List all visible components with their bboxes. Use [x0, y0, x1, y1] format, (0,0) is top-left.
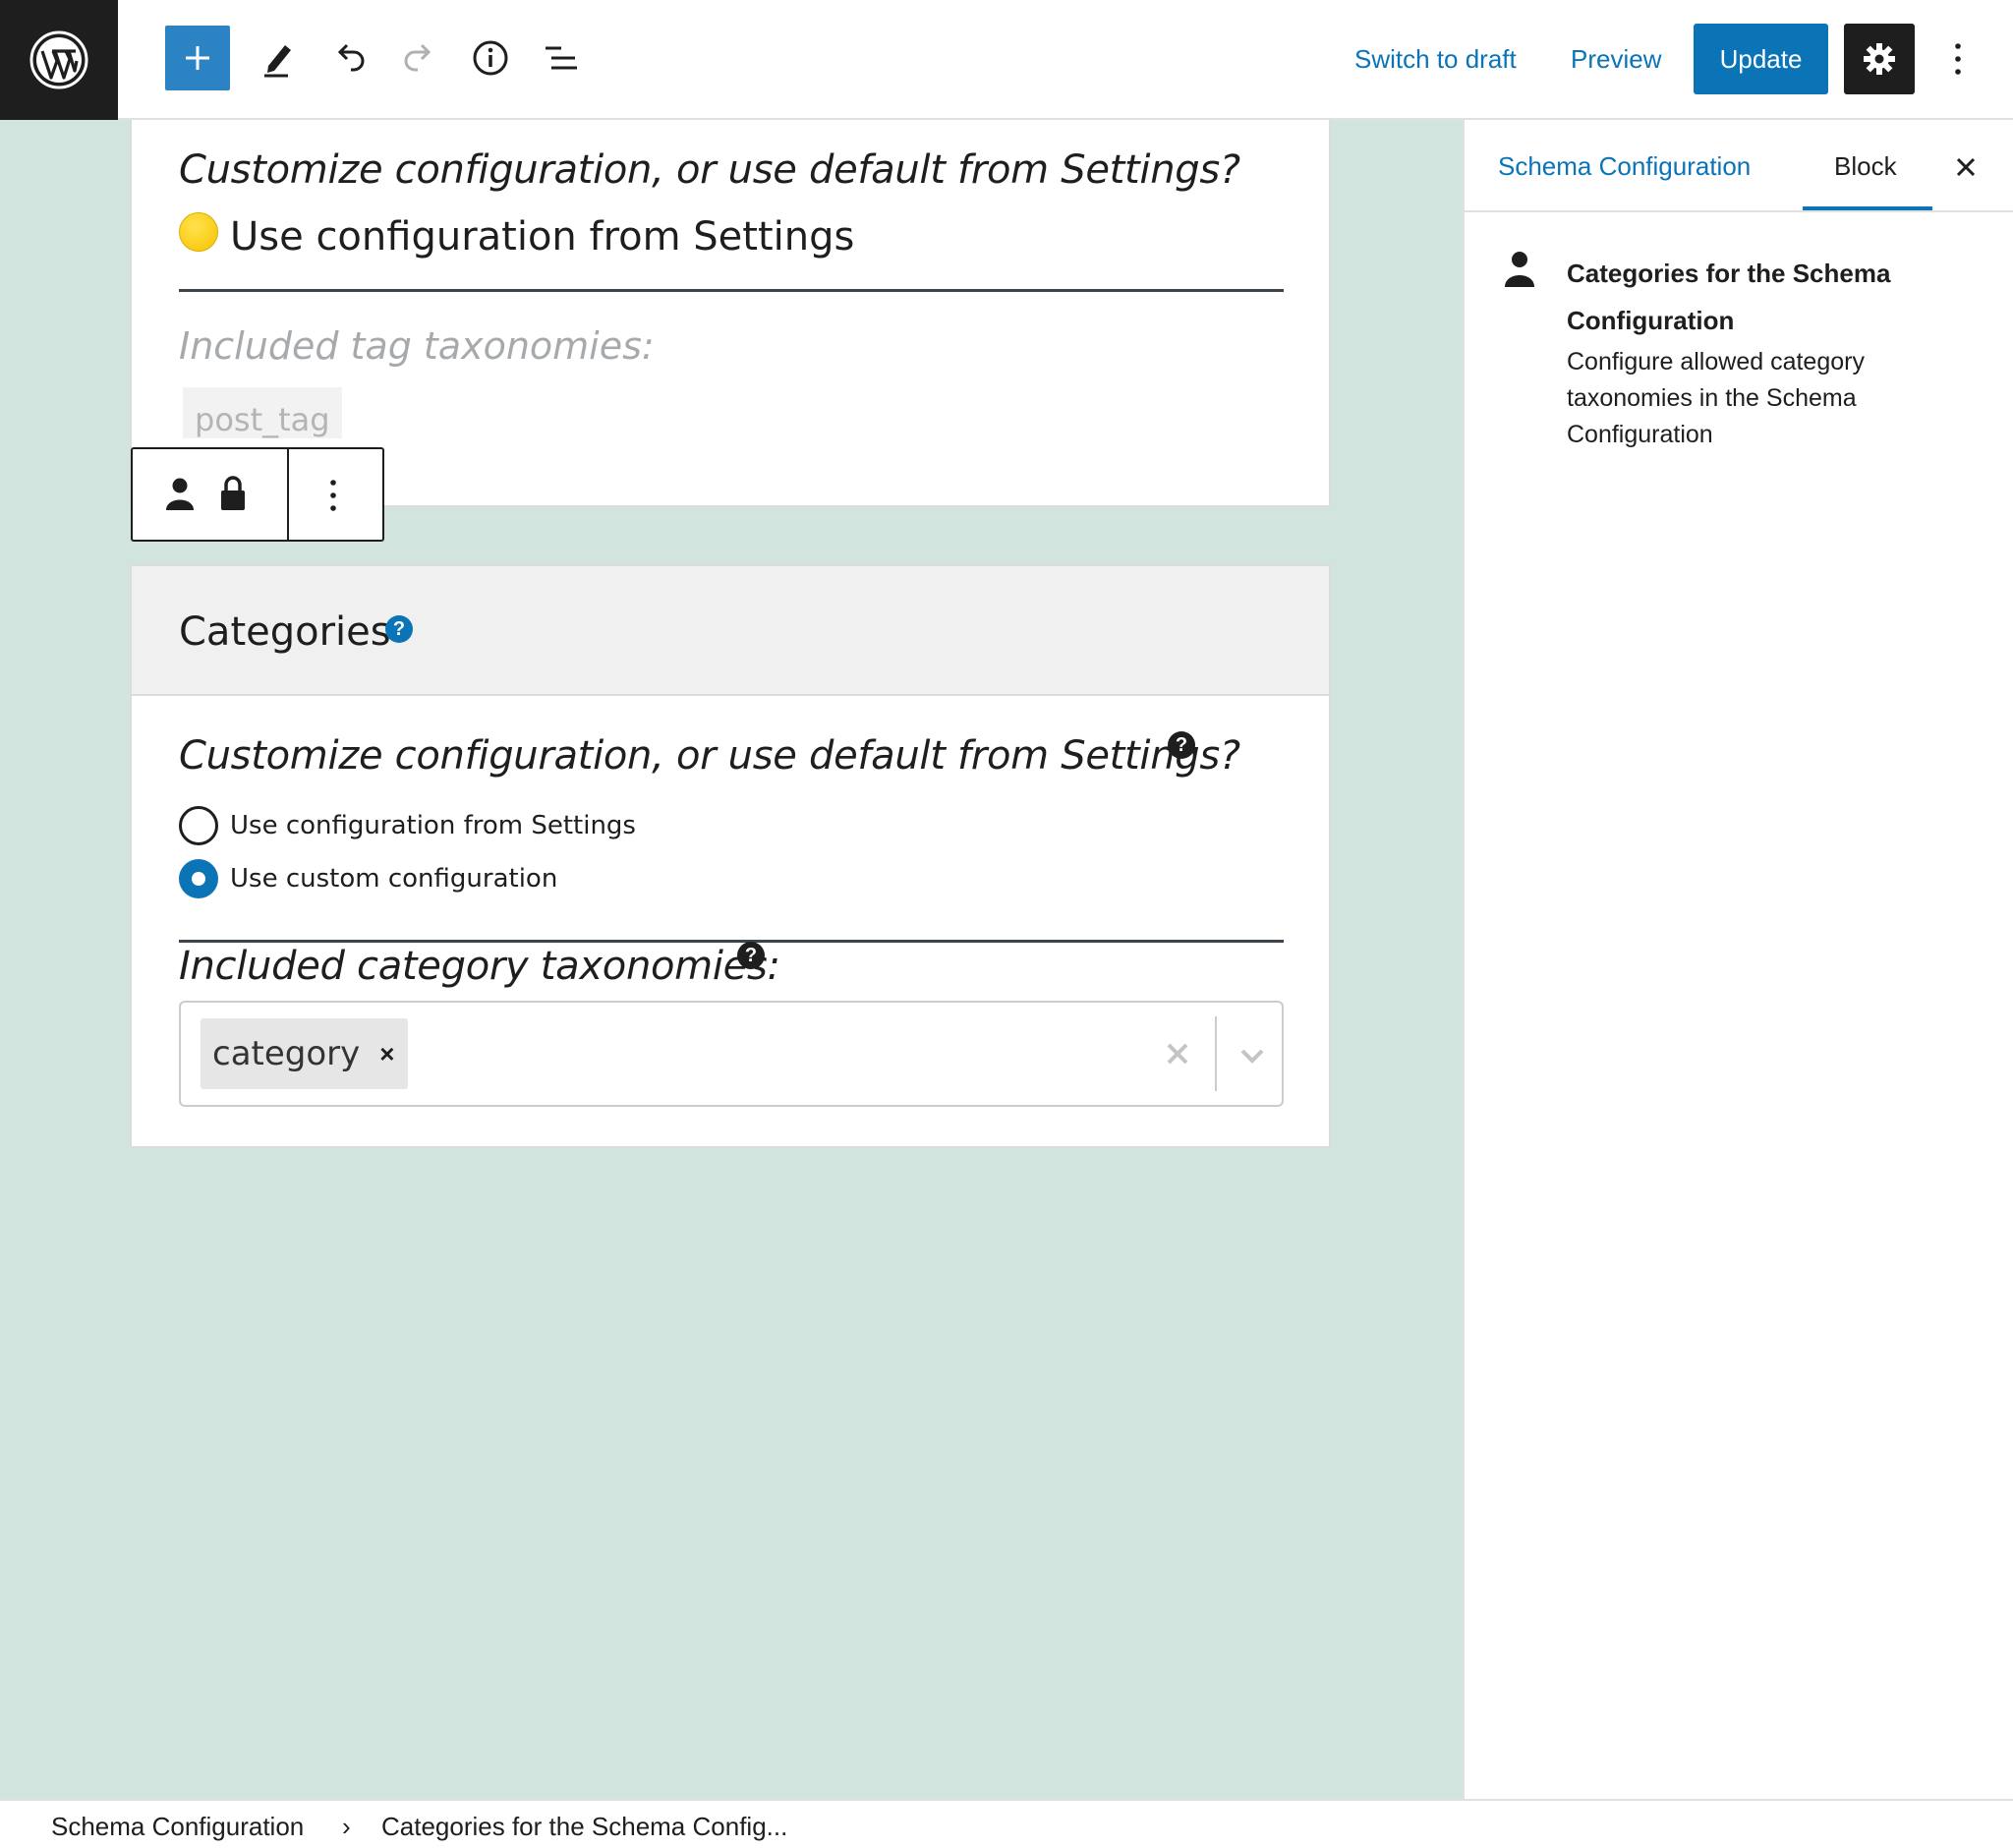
- block-card-title: Categories for the Schema Configuration: [1567, 259, 1891, 335]
- settings-button[interactable]: [1844, 24, 1915, 94]
- close-icon[interactable]: [1944, 145, 1987, 189]
- tags-included-label: Included tag taxonomies:: [179, 324, 655, 368]
- editor-canvas[interactable]: Customize configuration, or use default …: [0, 120, 1463, 1799]
- selected-chip: category ×: [201, 1018, 409, 1089]
- radio-label: Use custom configuration: [230, 864, 558, 894]
- update-button[interactable]: Update: [1694, 24, 1828, 94]
- block-card-description: Configure allowed category taxonomies in…: [1567, 348, 1865, 448]
- block-type-button[interactable]: [164, 477, 196, 512]
- add-block-button[interactable]: [165, 26, 230, 90]
- preview-button[interactable]: Preview: [1571, 43, 1661, 75]
- redo-button[interactable]: [387, 26, 452, 90]
- details-button[interactable]: [458, 26, 523, 90]
- info-icon: [473, 40, 508, 76]
- redo-icon: [404, 43, 431, 72]
- radio-use-custom[interactable]: Use custom configuration: [179, 859, 557, 898]
- pencil-icon: [264, 45, 291, 78]
- vertical-ellipsis-icon: [330, 480, 336, 511]
- yellow-circle-icon: [179, 212, 218, 252]
- breadcrumb: Schema Configuration › Categories for th…: [0, 1799, 2013, 1848]
- clear-selection-icon[interactable]: [1160, 1036, 1195, 1071]
- wordpress-logo-icon[interactable]: [0, 0, 118, 120]
- plus-icon: [186, 46, 209, 70]
- chevron-down-icon[interactable]: [1233, 1036, 1272, 1075]
- block-toolbar: [131, 447, 384, 542]
- person-icon: [1505, 252, 1534, 287]
- editor-header: Switch to draft Preview Update: [0, 0, 2013, 120]
- radio-button-checked[interactable]: [179, 859, 218, 898]
- help-icon[interactable]: ?: [1168, 731, 1195, 759]
- sidebar-tabs: Schema Configuration Block: [1465, 120, 2013, 212]
- tags-included-chip: post_tag: [183, 387, 342, 438]
- settings-sidebar: Schema Configuration Block Categories fo…: [1463, 120, 2013, 1799]
- breadcrumb-item-schema-configuration[interactable]: Schema Configuration: [51, 1811, 304, 1842]
- lock-button[interactable]: [219, 475, 247, 512]
- tab-block[interactable]: Block: [1834, 149, 1897, 183]
- vertical-ellipsis-icon: [1955, 43, 1961, 75]
- list-view-button[interactable]: [529, 26, 594, 90]
- chip-remove-button[interactable]: ×: [379, 1039, 394, 1069]
- breadcrumb-item-categories[interactable]: Categories for the Schema Config...: [381, 1811, 787, 1842]
- block-options-button[interactable]: [319, 477, 347, 514]
- gear-icon: [1864, 43, 1895, 75]
- categories-title: Categories: [179, 609, 391, 655]
- categories-config-question: Customize configuration, or use default …: [179, 733, 1240, 779]
- options-button[interactable]: [1938, 29, 1978, 88]
- divider: [179, 289, 1284, 292]
- toolbar-separator: [287, 449, 289, 540]
- radio-label: Use configuration from Settings: [230, 811, 636, 840]
- tags-config-status: Use configuration from Settings: [230, 214, 855, 260]
- divider: [179, 940, 1284, 943]
- tools-button[interactable]: [246, 26, 311, 90]
- lock-icon: [221, 476, 245, 510]
- undo-icon: [337, 43, 365, 72]
- list-view-icon: [546, 46, 577, 70]
- help-icon[interactable]: ?: [385, 615, 413, 643]
- tab-schema-configuration[interactable]: Schema Configuration: [1498, 149, 1751, 183]
- undo-button[interactable]: [316, 26, 381, 90]
- categories-block-header: Categories ?: [132, 566, 1329, 696]
- radio-button[interactable]: [179, 806, 218, 845]
- select-separator: [1215, 1016, 1217, 1091]
- tags-config-question: Customize configuration, or use default …: [179, 147, 1240, 193]
- categories-config-block[interactable]: Categories ? Customize configuration, or…: [130, 564, 1331, 1148]
- help-icon[interactable]: ?: [737, 942, 765, 969]
- switch-to-draft-button[interactable]: Switch to draft: [1354, 43, 1517, 75]
- person-icon: [166, 478, 194, 510]
- active-tab-indicator: [1803, 206, 1932, 210]
- categories-multiselect[interactable]: category ×: [179, 1001, 1284, 1107]
- breadcrumb-separator: ›: [342, 1812, 351, 1841]
- chip-label: category: [212, 1034, 361, 1073]
- radio-use-settings[interactable]: Use configuration from Settings: [179, 806, 636, 845]
- categories-included-label: Included category taxonomies:: [179, 944, 780, 989]
